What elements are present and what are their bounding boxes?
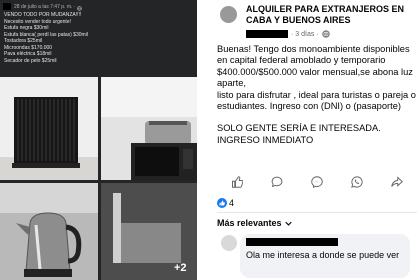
post-actions xyxy=(217,172,417,192)
commenter-avatar[interactable] xyxy=(221,235,237,251)
divider xyxy=(217,212,417,213)
like-icon[interactable] xyxy=(230,175,244,189)
like-reaction-icon xyxy=(217,198,227,208)
chevron-down-icon xyxy=(284,221,292,226)
photo-toaster-microwave[interactable] xyxy=(101,77,197,180)
share-icon[interactable] xyxy=(390,175,404,189)
comment-icon[interactable] xyxy=(270,175,284,189)
left-post-timestamp[interactable]: 28 de julio a las 7:47 p. m. · xyxy=(14,4,75,10)
sort-label: Más relevantes xyxy=(217,218,282,228)
photo-kettle[interactable] xyxy=(0,183,98,280)
comment-bubble: Ola me interesa a donde se puede ver xyxy=(240,234,410,278)
comment-text: Ola me interesa a donde se puede ver xyxy=(246,250,400,260)
post-time[interactable]: · 3 días · xyxy=(291,31,319,38)
post-paragraph: SOLO GENTE SERÍA E INTERESADA. INGRESO I… xyxy=(217,123,381,145)
left-post-text: VENDO TODO POR MUDANZA!!!! Necesito vend… xyxy=(4,12,88,64)
redacted-author xyxy=(246,30,288,38)
group-title[interactable]: ALQUILER PARA EXTRANJEROS EN CABA Y BUEN… xyxy=(246,4,416,26)
right-post-panel: ALQUILER PARA EXTRANJEROS EN CABA Y BUEN… xyxy=(213,0,420,280)
post-line: VENDO TODO POR MUDANZA!!!! xyxy=(4,12,82,18)
left-post-header: 28 de julio a las 7:47 p. m. · xyxy=(3,2,83,11)
messenger-icon[interactable] xyxy=(310,175,324,189)
reaction-summary[interactable]: 4 xyxy=(217,196,234,210)
right-post-text: Buenas! Tengo dos monoambiente disponibl… xyxy=(217,44,420,146)
post-meta: · 3 días · xyxy=(246,29,330,39)
photo-heater[interactable] xyxy=(0,77,98,180)
post-line: Secador de pelo $25mil xyxy=(4,57,57,64)
whatsapp-icon[interactable] xyxy=(350,175,364,189)
redacted-commenter-name[interactable] xyxy=(246,238,338,246)
more-photos-count[interactable]: +2 xyxy=(174,262,187,274)
right-post-header: ALQUILER PARA EXTRANJEROS EN CABA Y BUEN… xyxy=(213,2,420,42)
reaction-count: 4 xyxy=(229,198,235,208)
globe-icon xyxy=(321,30,330,38)
comment-sort[interactable]: Más relevantes xyxy=(217,216,292,230)
post-paragraph: Buenas! Tengo dos monoambiente disponibl… xyxy=(217,44,416,112)
group-avatar[interactable] xyxy=(220,6,237,23)
redacted-author xyxy=(3,3,11,10)
left-post-panel: 28 de julio a las 7:47 p. m. · VENDO TOD… xyxy=(0,0,197,280)
